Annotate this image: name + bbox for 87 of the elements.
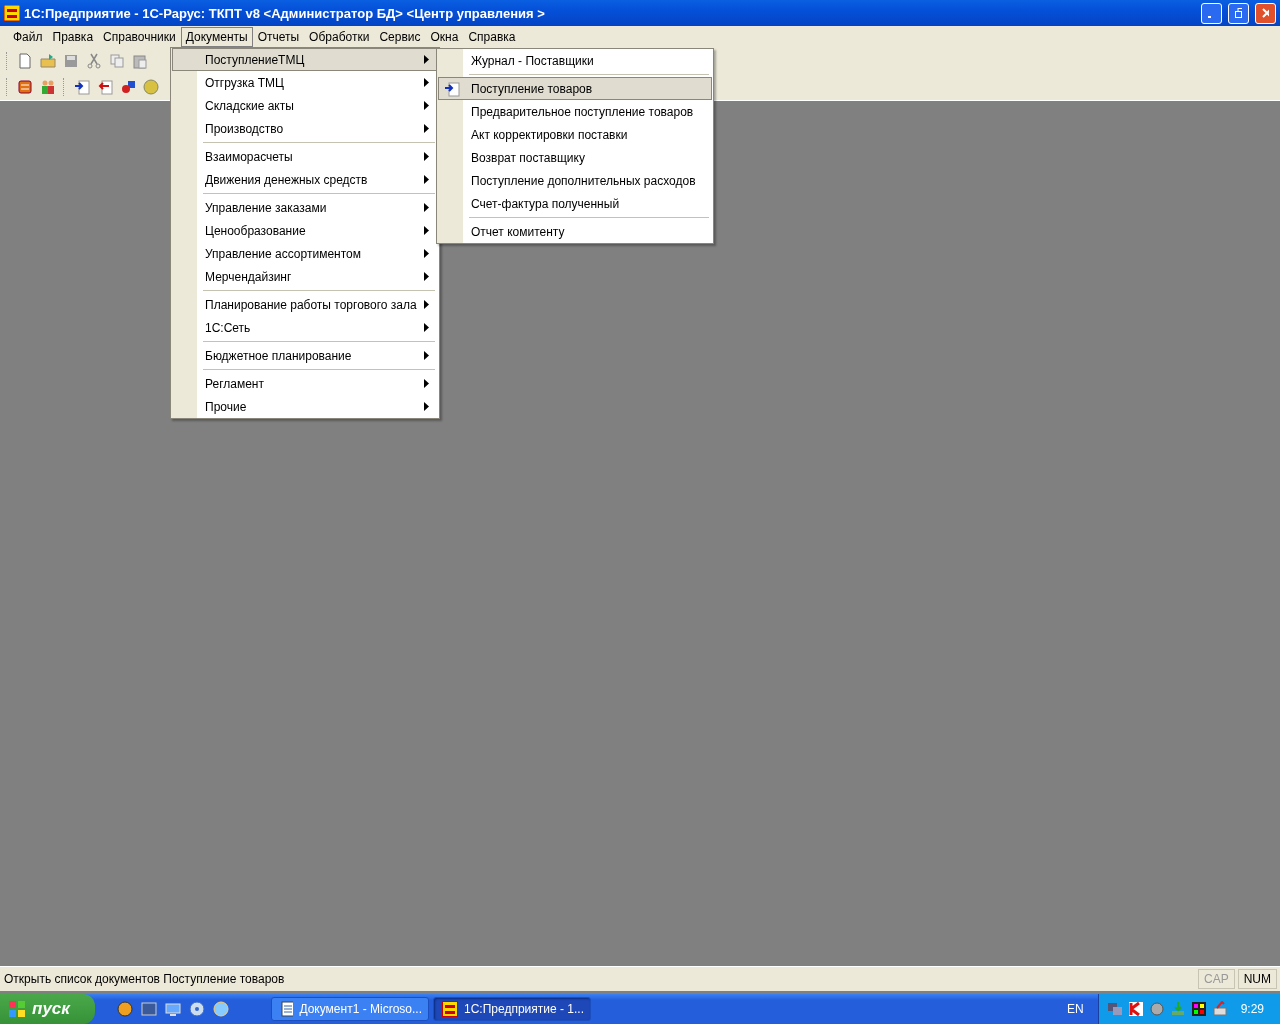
disc-icon[interactable] — [189, 1001, 205, 1017]
menu-item[interactable]: Прочие — [172, 395, 438, 418]
paste-icon[interactable] — [132, 53, 148, 69]
menu-item[interactable]: Окна — [425, 27, 464, 47]
arrow-document-icon — [444, 80, 460, 97]
clock: 9:29 — [1240, 1002, 1264, 1016]
submenu-arrow-icon — [424, 379, 429, 388]
menu-item[interactable]: Движения денежных средств — [172, 168, 438, 191]
language-indicator[interactable]: EN — [1066, 1002, 1084, 1016]
menu-item[interactable]: Регламент — [172, 372, 438, 395]
restore-icon — [1235, 8, 1242, 18]
window-title: 1С:Предприятие - 1С-Рарус: ТКПТ v8 <Администратор БД> <Центр управления > — [24, 5, 546, 21]
menu-item[interactable]: Отгрузка ТМЦ — [172, 71, 438, 94]
close-icon — [1262, 8, 1269, 18]
player-launcher-icon[interactable] — [141, 1001, 157, 1017]
arrow-document-icon[interactable] — [74, 79, 90, 95]
document-icon — [280, 1001, 294, 1017]
globe-icon[interactable] — [213, 1001, 229, 1017]
submenu-arrow-icon — [424, 351, 429, 360]
menu-item[interactable]: Обработки — [304, 27, 375, 47]
menu-item[interactable]: ПоступлениеТМЦ — [172, 48, 438, 71]
menu-item[interactable]: 1С:Сеть — [172, 316, 438, 339]
menu-item[interactable]: Сервис — [374, 27, 426, 47]
desktop-icon[interactable] — [165, 1001, 181, 1017]
coin-icon[interactable] — [143, 79, 159, 95]
menu-item[interactable]: Возврат поставщику — [438, 146, 712, 169]
submenu-arrow-icon — [424, 78, 429, 87]
new-document-icon[interactable] — [17, 53, 33, 69]
menu-item[interactable]: Справка — [463, 27, 521, 47]
submenu-arrow-icon — [424, 272, 429, 281]
circle-launcher-icon[interactable] — [117, 1001, 133, 1017]
people-icon[interactable] — [40, 79, 56, 95]
submenu-arrow-icon — [424, 101, 429, 110]
menu-item[interactable]: Журнал - Поставщики — [438, 49, 712, 72]
submenu-arrow-icon — [424, 300, 429, 309]
menu-item[interactable]: Поступление товаров — [438, 77, 712, 100]
return-document-icon[interactable] — [97, 79, 113, 95]
menu-item[interactable]: Отчет комитенту — [438, 220, 712, 243]
printer-icon[interactable] — [1211, 1001, 1228, 1017]
menu-item[interactable]: Поступление дополнительных расходов — [438, 169, 712, 192]
menu-item[interactable]: Файл — [8, 27, 48, 47]
menu-item[interactable]: Планирование работы торгового зала — [172, 293, 438, 316]
open-folder-icon[interactable] — [40, 53, 56, 69]
stack-icon[interactable] — [17, 79, 33, 95]
menu-item[interactable]: Бюджетное планирование — [172, 344, 438, 367]
app-logo-icon — [442, 1001, 458, 1017]
menu-item[interactable]: Отчеты — [252, 27, 305, 47]
menu-item[interactable]: Управление ассортиментом — [172, 242, 438, 265]
four-squares-logo-icon — [8, 1000, 26, 1018]
submenu-arrow-icon — [424, 323, 429, 332]
restore-button[interactable] — [1228, 2, 1249, 24]
taskbar-button[interactable]: 1С:Предприятие - 1... — [433, 997, 591, 1021]
close-button[interactable] — [1255, 2, 1276, 24]
cut-icon[interactable] — [86, 53, 102, 69]
menu-item[interactable]: Управление заказами — [172, 196, 438, 219]
shapes-icon[interactable] — [120, 79, 136, 95]
submenu-arrow-icon — [424, 175, 429, 184]
app-logo-icon — [4, 5, 20, 21]
menu-item[interactable]: Справочники — [98, 27, 181, 47]
minimize-icon — [1208, 16, 1211, 18]
submenu-arrow-icon — [424, 203, 429, 212]
menu-item[interactable]: Ценообразование — [172, 219, 438, 242]
menu-item[interactable]: Мерчендайзинг — [172, 265, 438, 288]
menu-item[interactable]: Производство — [172, 117, 438, 140]
menu-item[interactable]: Счет-фактура полученный — [438, 192, 712, 215]
submenu-arrow-icon — [424, 152, 429, 161]
network-icon[interactable] — [1106, 1001, 1123, 1017]
menu-item[interactable]: Предварительное поступление товаров — [438, 100, 712, 123]
color-grid-icon[interactable] — [1190, 1001, 1207, 1017]
submenu-arrow-icon — [424, 226, 429, 235]
save-icon[interactable] — [63, 53, 79, 69]
submenu-arrow-icon — [424, 124, 429, 133]
key-indicator: NUM — [1237, 969, 1277, 989]
menu-item[interactable]: Взаиморасчеты — [172, 145, 438, 168]
status-message: Открыть список документов Поступление товаров — [3, 972, 286, 986]
minimize-button[interactable] — [1201, 2, 1222, 24]
antivirus-icon[interactable] — [1127, 1001, 1144, 1017]
submenu-arrow-icon — [424, 402, 429, 411]
menu-item[interactable]: Правка — [47, 27, 99, 47]
taskbar-button[interactable]: Документ1 - Microso... — [271, 997, 429, 1021]
menu-item[interactable]: Акт корректировки поставки — [438, 123, 712, 146]
speaker-icon[interactable] — [1148, 1001, 1165, 1017]
submenu-arrow-icon — [424, 55, 429, 64]
submenu-arrow-icon — [424, 249, 429, 258]
key-indicator: CAP — [1198, 969, 1235, 989]
menu-item[interactable]: Документы — [180, 27, 253, 47]
menu-item[interactable]: Складские акты — [172, 94, 438, 117]
